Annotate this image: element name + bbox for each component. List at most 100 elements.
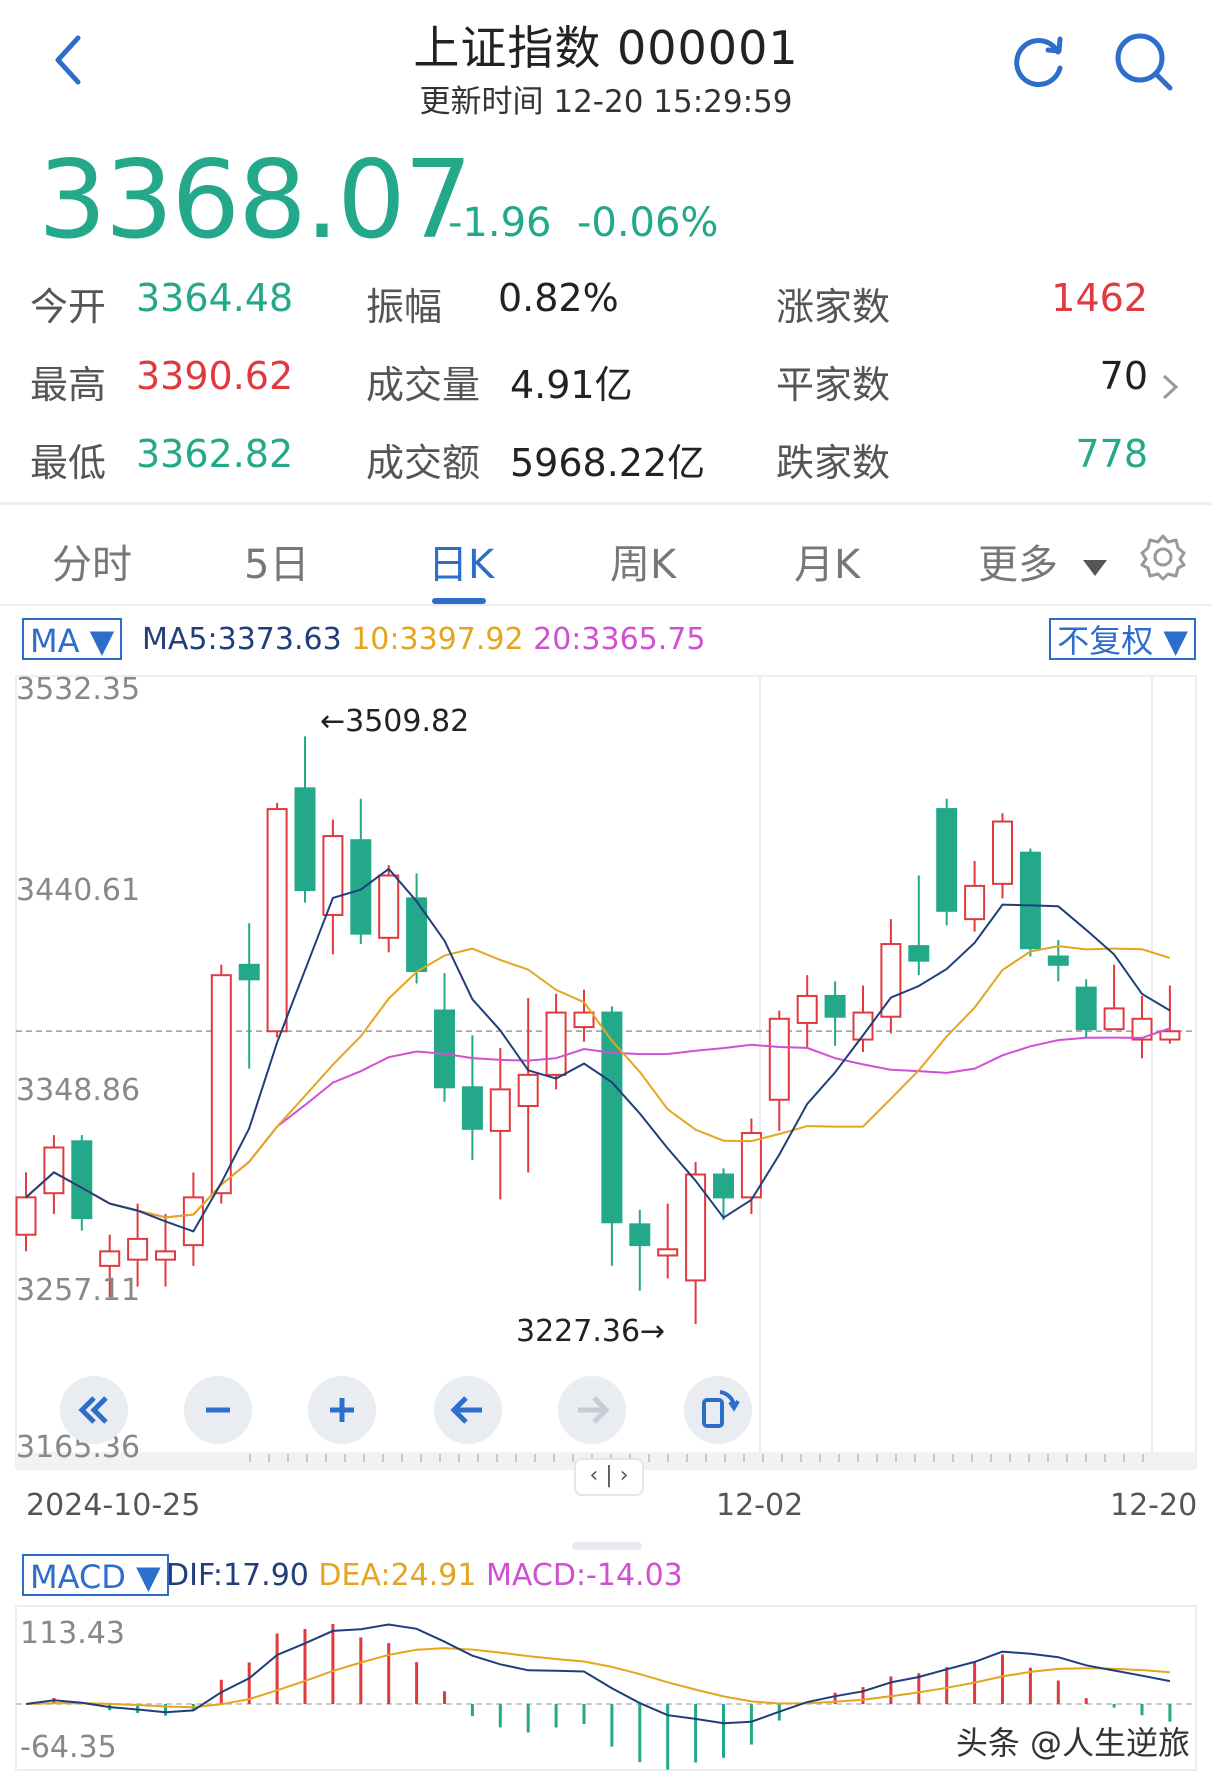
divider bbox=[0, 604, 1212, 606]
down-count-label: 跌家数 bbox=[776, 441, 891, 485]
tab-daily-k[interactable]: 日K bbox=[428, 532, 494, 590]
plus-icon bbox=[330, 1398, 354, 1422]
candle-body bbox=[964, 884, 986, 921]
ma5-value: MA5:3373.63 bbox=[142, 622, 342, 657]
amp-label: 振幅 bbox=[366, 285, 443, 329]
jump-start-button[interactable] bbox=[60, 1376, 128, 1444]
search-icon bbox=[1115, 33, 1173, 91]
candle-body bbox=[1159, 1030, 1181, 1041]
zoom-out-button[interactable] bbox=[184, 1376, 252, 1444]
price-axis-label: 3532.35 bbox=[16, 672, 141, 707]
caret-down-icon bbox=[1082, 560, 1107, 576]
price-axis-label: 3348.86 bbox=[16, 1073, 141, 1108]
candle-body bbox=[768, 1017, 790, 1101]
ma-values: MA5:3373.63 10:3397.92 20:3365.75 bbox=[142, 622, 705, 657]
low-value: 3362.82 bbox=[136, 432, 294, 476]
tab-5day[interactable]: 5日 bbox=[244, 532, 309, 590]
dea-value: DEA:24.91 bbox=[318, 1558, 477, 1593]
macd-axis-label: 113.43 bbox=[20, 1616, 125, 1651]
double-chevron-left-icon bbox=[78, 1396, 108, 1424]
date-axis-label: 12-02 bbox=[716, 1488, 804, 1523]
candle-body bbox=[992, 820, 1013, 885]
candle-body bbox=[266, 808, 288, 1033]
amount-label: 成交额 bbox=[366, 441, 481, 485]
high-annotation: ←3509.82 bbox=[320, 704, 470, 739]
candle-body bbox=[517, 1073, 539, 1107]
arrow-right-icon bbox=[578, 1396, 610, 1424]
scroll-right-button[interactable] bbox=[558, 1376, 626, 1444]
candlestick-chart[interactable] bbox=[0, 670, 1212, 1482]
current-price: 3368.07 bbox=[38, 138, 473, 263]
rotate-icon bbox=[702, 1390, 740, 1428]
adjust-selector[interactable]: 不复权 ▼ bbox=[1049, 618, 1196, 660]
macd-value: MACD:-14.03 bbox=[486, 1558, 683, 1593]
candle-body bbox=[127, 1237, 149, 1261]
macd-values: DIF:17.90 DEA:24.91 MACD:-14.03 bbox=[166, 1558, 683, 1593]
scroll-left-button[interactable] bbox=[434, 1376, 502, 1444]
candle-body bbox=[322, 835, 344, 916]
ma20-line bbox=[25, 1027, 1171, 1219]
tab-more[interactable]: 更多 bbox=[978, 532, 1109, 590]
candle-body bbox=[99, 1250, 121, 1267]
zoom-in-button[interactable] bbox=[308, 1376, 376, 1444]
amount-value: 5968.22亿 bbox=[510, 441, 706, 485]
tab-monthly-k[interactable]: 月K bbox=[794, 532, 860, 590]
candle-body bbox=[573, 1011, 595, 1029]
candle-body bbox=[43, 1146, 65, 1195]
candle-body bbox=[824, 994, 846, 1018]
candle-body bbox=[545, 1011, 567, 1076]
rotate-screen-button[interactable] bbox=[684, 1376, 752, 1444]
candle-body bbox=[713, 1173, 734, 1199]
indicator-selector[interactable]: MACD ▼ bbox=[22, 1554, 169, 1596]
ma-selector[interactable]: MA ▼ bbox=[22, 618, 123, 660]
candle-body bbox=[71, 1140, 93, 1220]
open-label: 今开 bbox=[30, 285, 107, 329]
candle-body bbox=[1075, 986, 1097, 1031]
watermark: 头条 @人生逆旅 bbox=[955, 1724, 1190, 1762]
tab-weekly-k[interactable]: 周K bbox=[610, 532, 676, 590]
ma20-value: 20:3365.75 bbox=[533, 622, 706, 657]
search-button[interactable] bbox=[1110, 28, 1176, 94]
divider bbox=[0, 502, 1212, 505]
date-axis-label: 12-20 bbox=[1110, 1488, 1198, 1523]
dif-value: DIF:17.90 bbox=[166, 1558, 309, 1593]
pane-resize-handle[interactable] bbox=[572, 1542, 642, 1550]
candle-body bbox=[1047, 955, 1069, 966]
flat-count-label: 平家数 bbox=[776, 363, 891, 407]
date-axis-label: 2024-10-25 bbox=[26, 1488, 201, 1523]
candle-body bbox=[796, 994, 818, 1024]
low-label: 最低 bbox=[30, 441, 107, 485]
chevron-right-icon bbox=[1162, 374, 1179, 400]
candle-body bbox=[155, 1250, 176, 1261]
ma10-value: 10:3397.92 bbox=[351, 622, 524, 657]
gear-icon bbox=[1140, 534, 1186, 581]
vol-label: 成交量 bbox=[366, 363, 481, 407]
ma10-line bbox=[25, 945, 1171, 1219]
stats-expand-button[interactable] bbox=[1160, 370, 1180, 408]
candle-body bbox=[210, 974, 232, 1195]
refresh-button[interactable] bbox=[1008, 30, 1070, 92]
tab-intraday[interactable]: 分时 bbox=[52, 532, 132, 590]
candle-body bbox=[489, 1088, 511, 1132]
candle-body bbox=[434, 1009, 455, 1089]
candle-body bbox=[908, 945, 930, 962]
candle-body bbox=[1103, 1007, 1125, 1031]
candle-body bbox=[657, 1248, 679, 1257]
chart-settings-button[interactable] bbox=[1138, 532, 1188, 582]
price-axis-label: 3257.11 bbox=[16, 1273, 141, 1308]
candle-body bbox=[15, 1196, 37, 1236]
candle-body bbox=[461, 1086, 483, 1130]
open-value: 3364.48 bbox=[136, 276, 294, 320]
refresh-icon bbox=[1014, 36, 1063, 87]
high-label: 最高 bbox=[30, 363, 107, 407]
candle-body bbox=[601, 1011, 623, 1224]
candle-body bbox=[378, 874, 400, 939]
up-count-label: 涨家数 bbox=[776, 285, 891, 329]
chart-drag-handle[interactable]: ‹ | › bbox=[574, 1458, 644, 1496]
price-axis-label: 3440.61 bbox=[16, 873, 141, 908]
vol-value: 4.91亿 bbox=[510, 363, 633, 407]
down-count-value: 778 bbox=[1075, 432, 1148, 476]
dif-line bbox=[25, 1623, 1171, 1725]
candle-body bbox=[629, 1223, 651, 1247]
candle-body bbox=[936, 808, 958, 912]
